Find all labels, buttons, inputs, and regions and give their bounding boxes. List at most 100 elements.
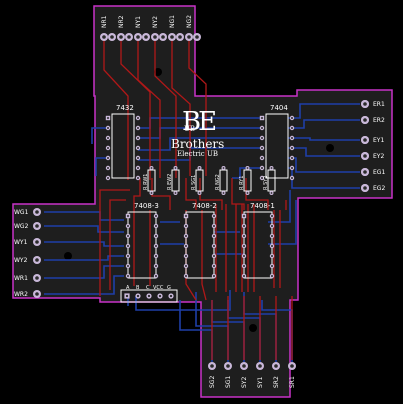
mounting-hole <box>249 324 257 332</box>
connector-label-right: EG2 <box>373 185 385 192</box>
connector-label-bottom: SG1 <box>225 376 232 388</box>
connector-pad-top-hole <box>136 35 140 39</box>
chip-pin-hole <box>127 225 129 227</box>
resistor-label: R EW2 <box>167 174 173 190</box>
chip-pin-hole <box>185 225 187 227</box>
chip-pin-hole <box>291 117 293 119</box>
connector-label-left: WG1 <box>14 209 29 216</box>
resistor-pad-hole <box>222 192 225 194</box>
chip-pin-hole <box>155 275 157 277</box>
chip-pin-hole <box>185 275 187 277</box>
connector-pad-left-hole <box>35 276 39 280</box>
chip-label-7408-1: 7408-1 <box>250 202 275 210</box>
chip-label-7408-2: 7408-2 <box>192 202 217 210</box>
chip-pin-hole <box>213 235 215 237</box>
connector-pad-bottom-hole <box>242 364 246 368</box>
chip-pin-hole <box>107 167 109 169</box>
header-pin-hole <box>147 294 151 298</box>
connector-label-top: NY1 <box>135 16 142 28</box>
chip-pin-hole <box>243 215 245 217</box>
mounting-hole <box>64 252 72 260</box>
chip-pin-hole <box>107 127 109 129</box>
chip-pin-hole <box>137 167 139 169</box>
connector-label-left: WY2 <box>14 257 28 264</box>
chip-pin-hole <box>271 215 273 217</box>
connector-label-bottom: SR2 <box>273 376 280 388</box>
connector-pad-top-hole <box>178 35 182 39</box>
chip-pin-hole <box>271 235 273 237</box>
mounting-hole <box>326 144 334 152</box>
chip-pin-hole <box>155 225 157 227</box>
connector-label-top: NR1 <box>101 15 108 28</box>
chip-pin-hole <box>213 275 215 277</box>
connector-label-right: ER2 <box>373 117 385 124</box>
resistor-label: R RW1 <box>143 174 149 190</box>
connector-pad-right-hole <box>363 170 367 174</box>
connector-label-right: EG1 <box>373 169 385 176</box>
resistor-label: R SY2 <box>263 176 269 190</box>
chip-pin-hole <box>155 255 157 257</box>
chip-pin-hole <box>185 235 187 237</box>
resistor-pad-hole <box>270 192 273 194</box>
connector-label-left: WG2 <box>14 223 29 230</box>
chip-pin-hole <box>213 215 215 217</box>
chip-pin-hole <box>291 177 293 179</box>
chip-pin-hole <box>271 275 273 277</box>
chip-pin-hole <box>107 157 109 159</box>
header-pin-hole <box>125 294 129 298</box>
chip-pin-hole <box>271 255 273 257</box>
chip-pin-hole <box>185 215 187 217</box>
header-pin-hole <box>169 294 173 298</box>
connector-pad-right-hole <box>363 186 367 190</box>
chip-pin-hole <box>137 147 139 149</box>
chip-pin-hole <box>185 245 187 247</box>
resistor-pad-hole <box>222 167 225 169</box>
chip-pin-hole <box>213 255 215 257</box>
connector-pad-bottom-hole <box>210 364 214 368</box>
chip-pin-hole <box>213 245 215 247</box>
chip-pin-hole <box>243 265 245 267</box>
connector-pad-top-hole <box>119 35 123 39</box>
resistor-label: R RY1 <box>239 176 245 190</box>
chip-pin-hole <box>291 147 293 149</box>
chip-pin-hole <box>107 117 109 119</box>
chip-pin-hole <box>107 147 109 149</box>
connector-label-top: NY2 <box>152 16 159 28</box>
connector-label-left: WR2 <box>14 291 28 298</box>
header-pin-hole <box>136 294 140 298</box>
chip-pin-hole <box>213 265 215 267</box>
resistor-label: R NG2 <box>215 174 221 190</box>
chip-pin-hole <box>127 245 129 247</box>
chip-pin-hole <box>261 167 263 169</box>
chip-pin-hole <box>213 225 215 227</box>
chip-label-7432: 7432 <box>116 104 134 112</box>
logo-company: Brothers <box>171 137 224 151</box>
chip-pin-hole <box>261 147 263 149</box>
connector-pad-top-hole <box>161 35 165 39</box>
chip-pin-hole <box>137 177 139 179</box>
chip-pin-hole <box>127 215 129 217</box>
connector-label-bottom: SR1 <box>289 376 296 388</box>
chip-pin-hole <box>243 275 245 277</box>
resistor-pad-hole <box>150 192 153 194</box>
connector-pad-right-hole <box>363 102 367 106</box>
chip-pin-hole <box>243 245 245 247</box>
chip-pin-hole <box>137 127 139 129</box>
chip-pin-hole <box>261 157 263 159</box>
connector-pad-bottom-hole <box>258 364 262 368</box>
chip-pin-hole <box>291 137 293 139</box>
connector-label-left: WR1 <box>14 275 28 282</box>
chip-pin-hole <box>127 255 129 257</box>
chip-pin-hole <box>155 235 157 237</box>
chip-pin-hole <box>155 215 157 217</box>
connector-label-bottom: SY1 <box>257 377 264 388</box>
connector-pad-left-hole <box>35 224 39 228</box>
connector-label-bottom: SG2 <box>209 376 216 388</box>
chip-pin-hole <box>261 127 263 129</box>
chip-pin-hole <box>243 235 245 237</box>
connector-pad-bottom-hole <box>274 364 278 368</box>
chip-pin-hole <box>261 137 263 139</box>
connector-pad-left-hole <box>35 240 39 244</box>
chip-pin-hole <box>185 255 187 257</box>
connector-pad-top-hole <box>110 35 114 39</box>
